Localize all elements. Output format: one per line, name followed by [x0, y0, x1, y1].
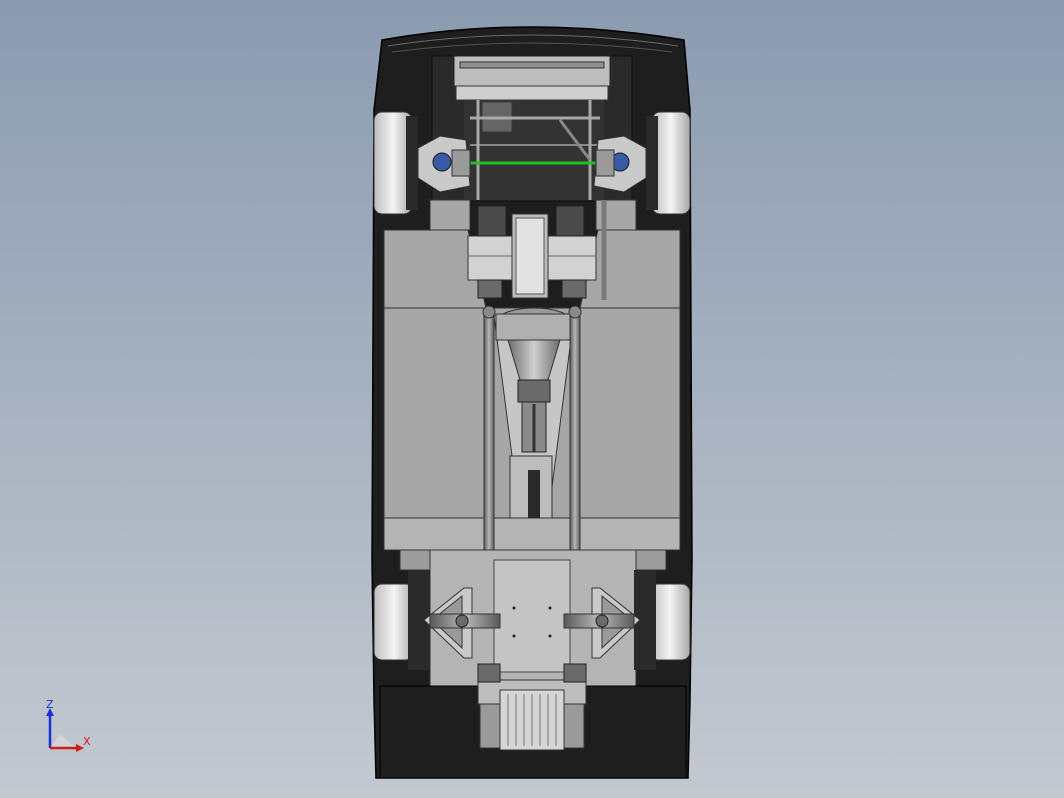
triad-plane	[50, 734, 76, 748]
x-axis-label: X	[83, 735, 91, 748]
chassis-model[interactable]	[0, 0, 1064, 798]
cad-viewport[interactable]: Z X	[0, 0, 1064, 798]
z-axis-label: Z	[46, 698, 54, 711]
engine-block	[467, 200, 607, 300]
radiator-panel	[453, 55, 611, 87]
